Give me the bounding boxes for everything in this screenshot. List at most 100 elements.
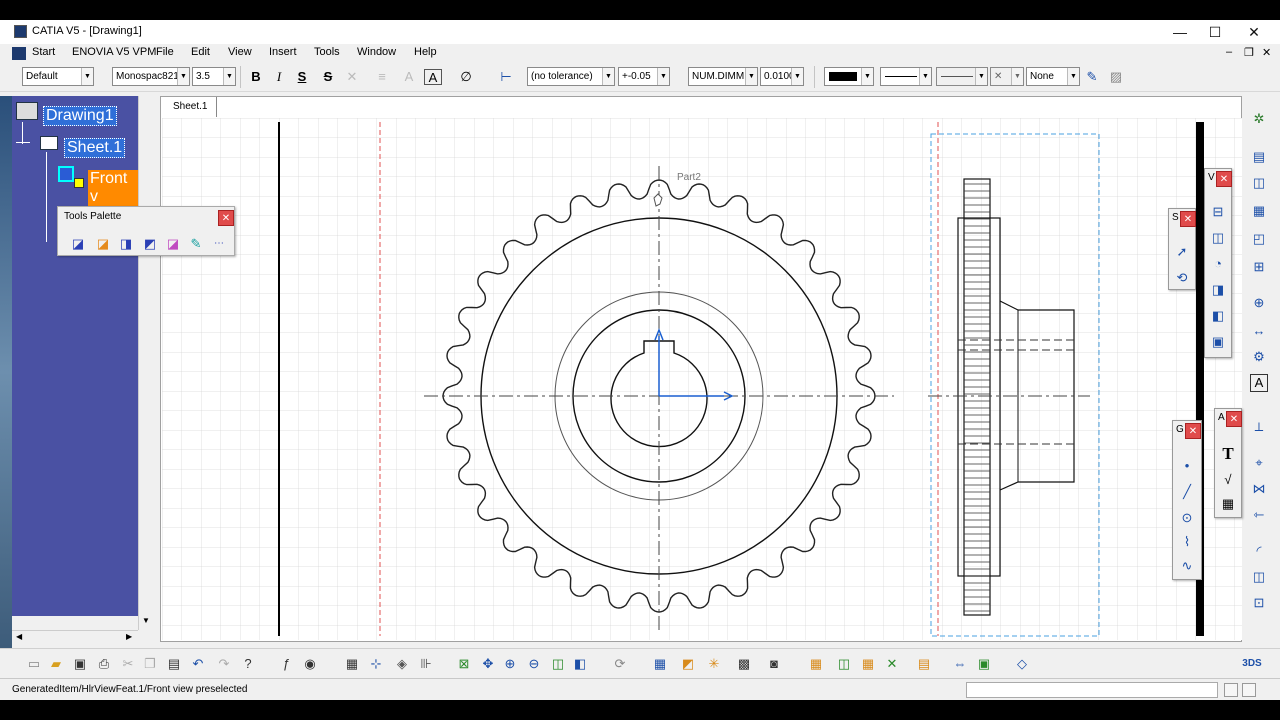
menu-view[interactable]: View (228, 46, 252, 58)
table-icon[interactable]: ▦ (1217, 493, 1239, 515)
create-spline-icon[interactable]: ◪ (163, 235, 183, 253)
print-icon[interactable]: ⎙ (94, 654, 114, 674)
more-tools-icon[interactable]: ⋯ (209, 235, 229, 253)
formula-icon[interactable]: ƒ (276, 654, 296, 674)
strikethrough-button[interactable]: S (318, 67, 338, 87)
whats-this-icon[interactable]: ? (238, 654, 258, 674)
align-icon[interactable]: ≡ (372, 67, 392, 87)
normal-view-icon[interactable]: ◫ (548, 654, 568, 674)
point-style-combo[interactable]: ✕ ▼ (990, 67, 1024, 86)
detail-view-icon[interactable]: ◰ (1248, 228, 1270, 250)
zoom-in-icon[interactable]: ⊕ (500, 654, 520, 674)
tolerance-value-combo[interactable]: +-0.05 ▼ (618, 67, 670, 86)
properties-icon[interactable]: ⚙ (1248, 346, 1270, 368)
tree-node-drawing[interactable]: Drawing1 (43, 106, 117, 126)
snap-icon[interactable]: ⊹ (366, 654, 386, 674)
select-arrow-icon[interactable]: ➚ (1171, 241, 1193, 263)
chevron-down-icon[interactable]: ▼ (223, 68, 235, 85)
chevron-down-icon[interactable]: ▼ (177, 68, 189, 85)
chevron-down-icon[interactable]: ▼ (791, 68, 803, 85)
annotations-toolbar-close-button[interactable]: ✕ (1226, 411, 1242, 427)
spline-icon[interactable]: ∿ (1176, 555, 1198, 577)
frame-text-icon[interactable]: A (399, 67, 419, 87)
analysis-icon[interactable]: ◈ (392, 654, 412, 674)
fit-all-icon[interactable]: ⊠ (454, 654, 474, 674)
position-icon[interactable]: ▤ (914, 654, 934, 674)
compass-icon[interactable]: ✲ (1248, 108, 1270, 130)
grid-icon[interactable]: ▦ (342, 654, 362, 674)
clipping-icon[interactable]: ◨ (1207, 279, 1229, 301)
text-frame-icon[interactable]: A (424, 69, 442, 85)
doc-minimize-button[interactable]: – (1226, 46, 1232, 58)
bold-button[interactable]: B (246, 67, 266, 87)
profile-tool-icon[interactable]: ⌇ (1176, 531, 1198, 553)
chevron-down-icon[interactable]: ▼ (975, 68, 987, 85)
front-view-icon[interactable]: ⊟ (1207, 201, 1229, 223)
chevron-down-icon[interactable]: ▼ (657, 68, 669, 85)
redo-icon[interactable]: ↷ (214, 654, 234, 674)
arrow-icon[interactable]: ⇽ (1248, 504, 1270, 526)
tools-palette-close-button[interactable]: ✕ (218, 210, 234, 226)
frame-icon[interactable]: ▦ (1248, 200, 1270, 222)
zoom-out-icon[interactable]: ⊖ (524, 654, 544, 674)
doc-restore-button[interactable]: ❐ (1244, 46, 1254, 59)
numerical-display-combo[interactable]: NUM.DIMM ▼ (688, 67, 758, 86)
tree-node-front-view[interactable]: Front v (88, 170, 138, 206)
menu-insert[interactable]: Insert (269, 46, 297, 58)
chevron-down-icon[interactable]: ▼ (861, 68, 873, 85)
section-icon[interactable]: ◫ (1207, 227, 1229, 249)
menu-file[interactable]: File (156, 46, 174, 58)
align-icon[interactable]: ⇔ (950, 654, 970, 674)
italic-button[interactable]: I (269, 67, 289, 87)
line-icon[interactable]: ╱ (1176, 481, 1198, 503)
linetype-combo[interactable]: ▼ (936, 67, 988, 86)
tolerance-combo[interactable]: (no tolerance) ▼ (527, 67, 615, 86)
menu-tools[interactable]: Tools (314, 46, 340, 58)
vertex-icon[interactable]: ⟂ (1248, 416, 1270, 438)
paste-icon[interactable]: ▤ (164, 654, 184, 674)
filter-icon[interactable]: ⊪ (416, 654, 436, 674)
sheet-icon[interactable]: ◫ (1248, 172, 1270, 194)
zoom-area-icon[interactable]: ◧ (570, 654, 590, 674)
save-icon[interactable]: ▣ (70, 654, 90, 674)
status-button-icon[interactable] (1242, 683, 1256, 697)
create-arc-icon[interactable]: ◩ (140, 235, 160, 253)
menu-help[interactable]: Help (414, 46, 437, 58)
table-grid-icon[interactable]: ▦ (650, 654, 670, 674)
catia-menu-icon[interactable] (12, 47, 26, 60)
create-line-icon[interactable]: ◪ (93, 235, 113, 253)
chevron-down-icon[interactable]: ▼ (745, 68, 757, 85)
hatch-grid-icon[interactable]: ▦ (806, 654, 826, 674)
status-button-icon[interactable] (1224, 683, 1238, 697)
create-circle-icon[interactable]: ◨ (116, 235, 136, 253)
maximize-button[interactable]: ☐ (1195, 22, 1235, 42)
menu-enovia[interactable]: ENOVIA V5 VPM (72, 46, 156, 58)
close-button[interactable]: ✕ (1234, 22, 1274, 42)
drawing-canvas[interactable]: Part2 (162, 118, 1242, 640)
line-thickness-combo[interactable]: ▼ (880, 67, 932, 86)
tree-node-sheet[interactable]: Sheet.1 (64, 138, 126, 158)
point-icon[interactable]: • (1176, 455, 1198, 477)
threads-icon[interactable]: ⋈ (1248, 478, 1270, 500)
spec-icon[interactable]: ▣ (974, 654, 994, 674)
cut-icon[interactable]: ✂ (118, 654, 138, 674)
menu-start[interactable]: Start (32, 46, 55, 58)
font-combo[interactable]: Monospac821 ▼ (112, 67, 190, 86)
doc-close-button[interactable]: ✕ (1262, 46, 1271, 59)
geometry-toolbar-close-button[interactable]: ✕ (1185, 423, 1201, 439)
views-toolbar-close-button[interactable]: ✕ (1216, 171, 1232, 187)
detail-icon[interactable]: ◔ (1207, 253, 1229, 275)
chevron-down-icon[interactable]: ▼ (1011, 68, 1023, 85)
insert-image-icon[interactable]: ◩ (678, 654, 698, 674)
balloon-icon[interactable]: ▩ (734, 654, 754, 674)
roughness-symbol-icon[interactable]: √ (1217, 469, 1239, 491)
generate-icon[interactable]: ✳ (704, 654, 724, 674)
chevron-down-icon[interactable]: ▼ (1067, 68, 1079, 85)
open-folder-icon[interactable]: ▰ (46, 654, 66, 674)
comment-icon[interactable]: ◉ (300, 654, 320, 674)
copy-icon[interactable]: ❐ (140, 654, 160, 674)
wizard-icon[interactable]: ▣ (1207, 331, 1229, 353)
undo-icon[interactable]: ↶ (188, 654, 208, 674)
bill-of-material-icon[interactable]: ◙ (764, 654, 784, 674)
chevron-down-icon[interactable]: ▼ (919, 68, 931, 85)
